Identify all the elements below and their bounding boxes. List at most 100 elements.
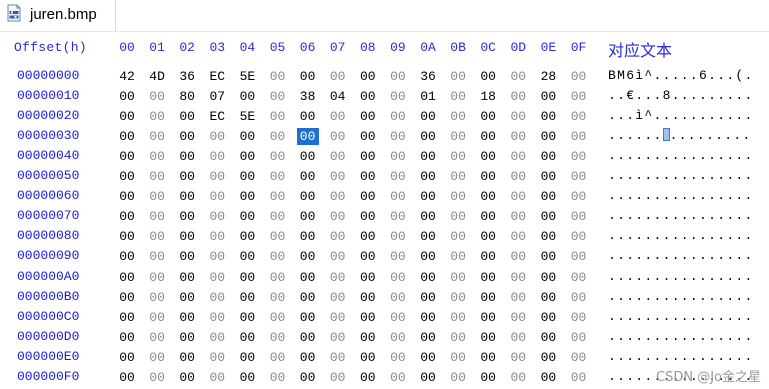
hex-byte[interactable]: 00 [447, 148, 469, 165]
hex-byte[interactable]: 00 [327, 68, 349, 85]
hex-byte[interactable]: 00 [116, 88, 138, 105]
hex-byte[interactable]: 36 [417, 68, 439, 85]
hex-byte[interactable]: 00 [357, 289, 379, 306]
hex-byte[interactable]: 00 [507, 329, 529, 346]
hex-byte[interactable]: 00 [537, 88, 559, 105]
hex-byte[interactable]: 00 [327, 228, 349, 245]
hex-byte[interactable]: 00 [116, 128, 138, 145]
hex-byte[interactable]: 00 [267, 188, 289, 205]
hex-byte[interactable]: 00 [116, 269, 138, 286]
hex-byte[interactable]: 00 [267, 329, 289, 346]
hex-byte[interactable]: 00 [357, 188, 379, 205]
hex-byte[interactable]: 00 [417, 188, 439, 205]
hex-byte[interactable]: 00 [297, 289, 319, 306]
hex-byte[interactable]: 00 [447, 108, 469, 125]
hex-byte[interactable]: 00 [116, 309, 138, 326]
hex-byte[interactable]: 00 [267, 148, 289, 165]
hex-byte[interactable]: 00 [176, 329, 198, 346]
hex-byte[interactable]: 00 [116, 188, 138, 205]
hex-byte[interactable]: 00 [206, 329, 228, 346]
hex-byte[interactable]: 00 [387, 148, 409, 165]
hex-byte[interactable]: 00 [477, 188, 499, 205]
hex-byte[interactable]: 00 [357, 228, 379, 245]
hex-byte[interactable]: 00 [327, 208, 349, 225]
hex-byte[interactable]: 00 [206, 269, 228, 286]
hex-byte[interactable]: 00 [267, 349, 289, 366]
hex-byte[interactable]: 00 [236, 128, 258, 145]
hex-byte[interactable]: 00 [477, 369, 499, 386]
ascii-text[interactable]: ................ [608, 168, 754, 183]
hex-byte[interactable]: 00 [507, 369, 529, 386]
hex-byte[interactable]: 00 [267, 68, 289, 85]
hex-byte[interactable]: 00 [417, 128, 439, 145]
hex-byte[interactable]: 00 [477, 228, 499, 245]
hex-byte[interactable]: 01 [417, 88, 439, 105]
hex-byte[interactable]: 00 [507, 208, 529, 225]
hex-byte[interactable]: 00 [236, 349, 258, 366]
hex-byte[interactable]: 00 [206, 148, 228, 165]
hex-byte[interactable]: 00 [507, 289, 529, 306]
hex-byte[interactable]: 00 [417, 168, 439, 185]
hex-byte[interactable]: 00 [357, 329, 379, 346]
hex-byte[interactable]: 00 [146, 188, 168, 205]
hex-byte[interactable]: 00 [116, 168, 138, 185]
hex-byte[interactable]: 00 [236, 289, 258, 306]
hex-byte[interactable]: 00 [236, 269, 258, 286]
hex-byte[interactable]: 00 [297, 68, 319, 85]
hex-byte[interactable]: 00 [146, 289, 168, 306]
hex-byte[interactable]: 00 [568, 208, 590, 225]
ascii-text[interactable]: ................ [608, 248, 754, 263]
hex-byte[interactable]: 00 [507, 108, 529, 125]
hex-byte[interactable]: 00 [568, 329, 590, 346]
hex-byte[interactable]: 00 [267, 248, 289, 265]
hex-byte[interactable]: 00 [447, 248, 469, 265]
hex-byte[interactable]: 00 [507, 128, 529, 145]
hex-byte[interactable]: 00 [417, 289, 439, 306]
hex-byte[interactable]: 00 [417, 369, 439, 386]
hex-byte[interactable]: 00 [267, 228, 289, 245]
hex-byte[interactable]: 00 [537, 108, 559, 125]
hex-byte[interactable]: 00 [297, 228, 319, 245]
hex-byte[interactable]: 00 [568, 269, 590, 286]
hex-byte[interactable]: 00 [568, 349, 590, 366]
hex-byte[interactable]: 00 [537, 128, 559, 145]
hex-byte[interactable]: 00 [507, 188, 529, 205]
hex-byte[interactable]: 18 [477, 88, 499, 105]
hex-byte[interactable]: 00 [297, 108, 319, 125]
hex-byte[interactable]: 00 [206, 188, 228, 205]
hex-byte[interactable]: 00 [297, 309, 319, 326]
hex-byte[interactable]: 00 [146, 309, 168, 326]
hex-byte[interactable]: 00 [387, 349, 409, 366]
hex-byte[interactable]: 00 [176, 108, 198, 125]
ascii-text[interactable]: ...ì^........... [608, 108, 754, 123]
hex-byte[interactable]: 00 [116, 248, 138, 265]
hex-byte[interactable]: 00 [568, 289, 590, 306]
hex-byte[interactable]: 00 [146, 208, 168, 225]
ascii-text[interactable]: ................ [608, 349, 754, 364]
hex-byte[interactable]: 5E [236, 108, 258, 125]
hex-byte[interactable]: 00 [387, 269, 409, 286]
hex-byte[interactable]: 00 [116, 349, 138, 366]
ascii-text[interactable]: ................ [608, 289, 754, 304]
hex-byte[interactable]: 38 [297, 88, 319, 105]
hex-byte[interactable]: 00 [537, 369, 559, 386]
hex-byte[interactable]: 00 [146, 228, 168, 245]
hex-byte[interactable]: 00 [176, 309, 198, 326]
hex-byte[interactable]: 00 [296, 128, 319, 146]
hex-byte[interactable]: 00 [568, 188, 590, 205]
hex-byte[interactable]: 00 [477, 68, 499, 85]
hex-byte[interactable]: 00 [146, 108, 168, 125]
hex-byte[interactable]: 00 [477, 329, 499, 346]
hex-byte[interactable]: 00 [387, 329, 409, 346]
hex-byte[interactable]: 00 [417, 148, 439, 165]
hex-byte[interactable]: 00 [477, 289, 499, 306]
hex-byte[interactable]: 00 [236, 309, 258, 326]
hex-byte[interactable]: 00 [297, 248, 319, 265]
hex-byte[interactable]: 00 [507, 148, 529, 165]
hex-byte[interactable]: 00 [206, 369, 228, 386]
hex-byte[interactable]: 00 [236, 369, 258, 386]
hex-byte[interactable]: 00 [568, 228, 590, 245]
ascii-text[interactable]: BM6ì^.....6...(. [608, 68, 754, 83]
ascii-text[interactable]: ................ [608, 208, 754, 223]
hex-byte[interactable]: 00 [206, 289, 228, 306]
